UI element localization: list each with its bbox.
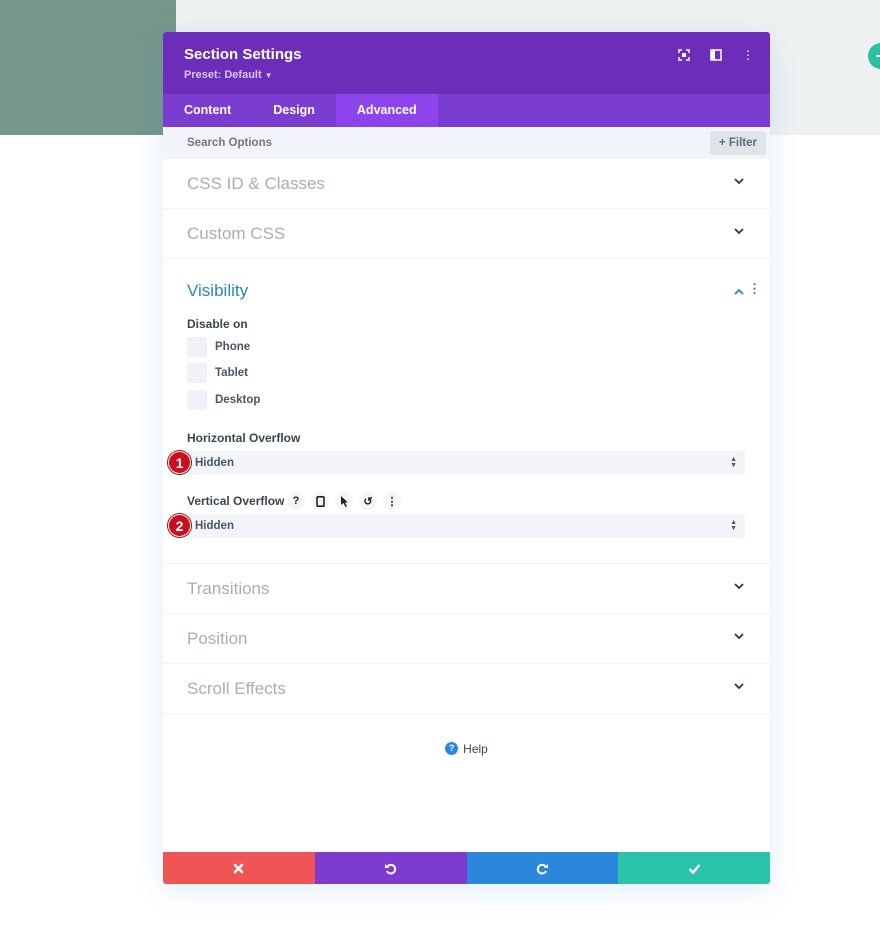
search-options-input[interactable] — [187, 127, 587, 159]
step-badge-1: 1 — [168, 451, 191, 474]
filter-button[interactable]: + Filter — [709, 131, 766, 155]
checkbox-label: Tablet — [215, 367, 249, 379]
tab-bar: Content Design Advanced — [163, 94, 770, 127]
modal-footer — [163, 852, 770, 884]
toggle-custom-css[interactable]: Custom CSS — [163, 209, 770, 259]
checkbox-label: Desktop — [215, 394, 261, 406]
more-options-icon[interactable]: ⋮ — [740, 47, 756, 63]
checkbox-phone[interactable]: Phone — [187, 337, 250, 357]
chevron-down-icon — [734, 228, 744, 235]
tab-content[interactable]: Content — [163, 94, 252, 127]
vertical-overflow-select[interactable]: Hidden ▲ ▼ — [187, 514, 745, 538]
redo-icon — [536, 863, 548, 874]
tab-design[interactable]: Design — [252, 94, 336, 127]
disable-on-label: Disable on — [187, 317, 248, 331]
select-arrows-icon: ▲ ▼ — [730, 456, 737, 469]
modal-header: Section Settings Preset: Default ▼ ⋮ — [163, 32, 770, 94]
checkbox-tablet[interactable]: Tablet — [187, 363, 248, 383]
help-section: ? Help — [163, 738, 770, 756]
toggle-css-id-classes[interactable]: CSS ID & Classes — [163, 159, 770, 209]
caret-down-icon: ▼ — [264, 71, 273, 80]
toggle-position[interactable]: Position — [163, 614, 770, 664]
checkbox[interactable] — [187, 363, 207, 383]
help-link[interactable]: ? Help — [445, 742, 488, 756]
split-view-icon[interactable] — [708, 47, 724, 63]
section-settings-modal: Section Settings Preset: Default ▼ ⋮ Cont… — [163, 32, 770, 884]
toggle-transitions[interactable]: Transitions — [163, 564, 770, 614]
responsive-icon[interactable] — [311, 492, 329, 510]
chevron-down-icon — [734, 178, 744, 185]
checkbox-desktop[interactable]: Desktop — [187, 390, 260, 410]
help-icon[interactable]: ? — [287, 492, 305, 510]
chevron-up-icon[interactable] — [734, 287, 744, 297]
plus-icon: + — [718, 137, 729, 149]
filter-label: Filter — [728, 137, 757, 149]
preset-selector[interactable]: Preset: Default ▼ — [184, 69, 273, 81]
toggle-title: Scroll Effects — [187, 679, 286, 698]
preset-label: Preset: Default — [184, 69, 262, 81]
chevron-down-icon — [734, 583, 744, 590]
redo-button[interactable] — [466, 852, 619, 884]
undo-icon — [385, 863, 397, 874]
toggle-scroll-effects[interactable]: Scroll Effects — [163, 664, 770, 714]
reset-icon[interactable]: ↺ — [359, 492, 377, 510]
select-value: Hidden — [195, 520, 234, 532]
save-button[interactable] — [618, 852, 770, 884]
toggle-title: Position — [187, 629, 248, 648]
select-value: Hidden — [195, 457, 234, 469]
toggle-title: Custom CSS — [187, 224, 286, 243]
more-icon[interactable]: ⋮ — [748, 281, 761, 297]
toggle-title: CSS ID & Classes — [187, 174, 325, 193]
hover-icon[interactable] — [335, 492, 353, 510]
toggle-visibility: Visibility ⋮ Disable on Phone Tablet Des… — [163, 259, 770, 564]
page-background-image — [0, 0, 176, 135]
visibility-title[interactable]: Visibility — [187, 281, 248, 301]
focus-icon[interactable] — [676, 47, 692, 63]
tab-advanced[interactable]: Advanced — [335, 94, 438, 127]
more-icon[interactable]: ⋮ — [383, 492, 401, 510]
help-label: Help — [463, 741, 488, 756]
cancel-button[interactable] — [163, 852, 315, 884]
checkbox-label: Phone — [215, 341, 251, 353]
modal-title: Section Settings — [184, 46, 302, 63]
chevron-down-icon — [734, 683, 744, 690]
checkbox[interactable] — [187, 390, 207, 410]
close-icon — [234, 863, 244, 873]
question-circle-icon: ? — [445, 742, 459, 755]
check-icon — [688, 863, 701, 874]
select-arrows-icon: ▲ ▼ — [730, 519, 737, 532]
step-badge-2: 2 — [168, 514, 191, 537]
toggle-title: Transitions — [187, 579, 270, 598]
chevron-down-icon — [734, 633, 744, 640]
checkbox[interactable] — [187, 337, 207, 357]
vertical-overflow-label: Vertical Overflow — [187, 494, 285, 508]
horizontal-overflow-label: Horizontal Overflow — [187, 431, 301, 445]
undo-button[interactable] — [314, 852, 467, 884]
horizontal-overflow-select[interactable]: Hidden ▲ ▼ — [187, 451, 745, 475]
search-bar: + Filter — [163, 127, 770, 159]
